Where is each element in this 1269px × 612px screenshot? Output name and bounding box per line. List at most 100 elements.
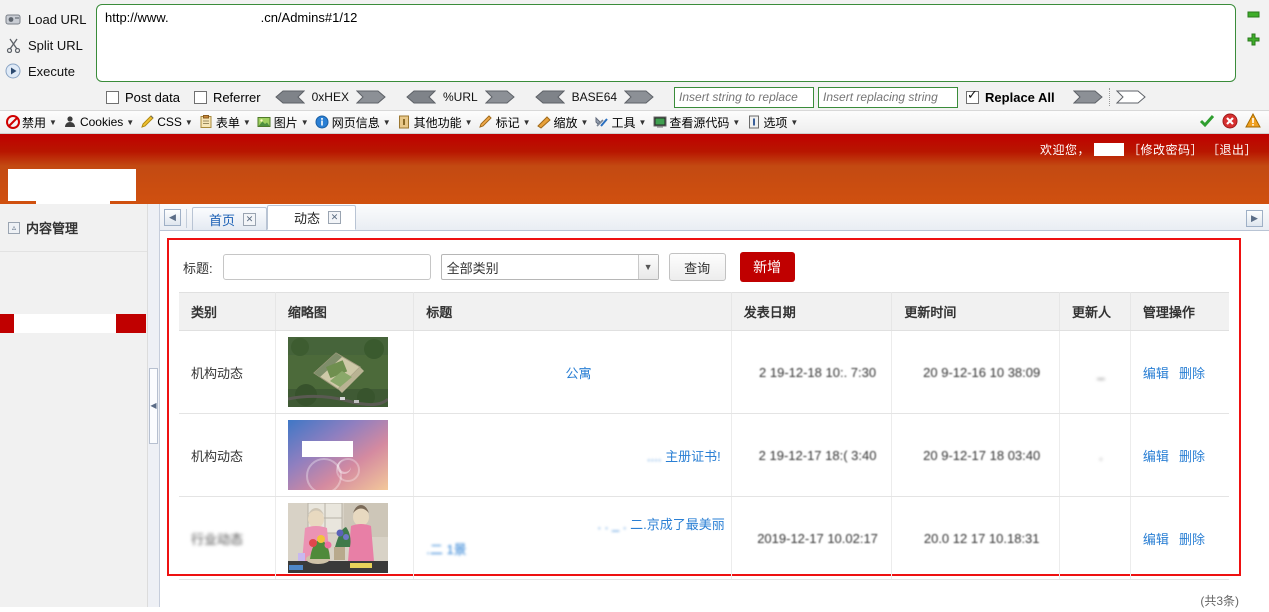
menu-item-resize[interactable]: 缩放 ▼ [534, 112, 592, 133]
replace-string-input[interactable] [818, 86, 959, 108]
cell-category: 机构动态 [179, 413, 276, 497]
cell-actions: 编辑 删除 [1130, 496, 1229, 580]
column-header-updated[interactable]: 更新时间 [891, 292, 1060, 331]
gradient-certificate-photo[interactable] [287, 420, 388, 490]
hex-encode-arrow-icon[interactable] [355, 90, 386, 104]
find-string-input[interactable] [674, 86, 815, 108]
site-banner-strip [0, 166, 1269, 204]
error-icon[interactable] [1222, 113, 1238, 132]
column-header-title[interactable]: 标题 [413, 292, 732, 331]
cell-thumbnail [275, 330, 415, 414]
replace-all-label: Replace All [985, 89, 1055, 105]
check-icon[interactable] [1199, 113, 1215, 132]
category-select[interactable]: 全部类别 ▼ [440, 254, 659, 280]
post-data-checkbox[interactable]: Post data [106, 90, 180, 105]
two-women-flowers-photo[interactable] [287, 503, 388, 573]
chevron-down-icon: ▼ [382, 117, 391, 127]
menu-item-cookies[interactable]: Cookies ▼ [60, 112, 137, 133]
execute-button[interactable]: Execute [0, 58, 96, 84]
main-pane: ◀ 首页 ✕ 动态 ✕ ▶ 标题: 全部类别 ▼ 查询 新增 类别 缩略图 标题… [160, 204, 1269, 607]
column-header-published[interactable]: 发表日期 [731, 292, 893, 331]
load-url-button[interactable]: Load URL [0, 6, 96, 32]
row-title-link[interactable]: 主册证书! [665, 449, 721, 464]
published-date: 2 19-12-18 10:. 7:30 [759, 364, 877, 380]
updated-date: 20 9-12-17 18 03:40 [923, 447, 1041, 463]
menu-item-disable[interactable]: 禁用 ▼ [2, 112, 60, 133]
cell-actions: 编辑 删除 [1130, 413, 1229, 497]
cell-published: 2019-12-17 10.02:17 [731, 496, 893, 580]
resize-icon [537, 115, 552, 130]
column-header-actions[interactable]: 管理操作 [1130, 292, 1229, 331]
published-date: 2019-12-17 10.02:17 [757, 530, 878, 546]
record-count-footer: (共3条) [1200, 592, 1239, 609]
category-blurred: 行业动态 [191, 531, 244, 547]
edit-link[interactable]: 编辑 [1143, 532, 1169, 547]
query-button[interactable]: 查询 [668, 253, 726, 281]
http-command-list: Load URL Split URL Execute [0, 4, 96, 84]
published-date: 2 19-12-17 18:( 3:40 [758, 447, 877, 463]
tab-home[interactable]: 首页 ✕ [192, 207, 268, 230]
replace-all-checkbox[interactable]: Replace All [966, 88, 1055, 105]
column-header-thumbnail[interactable]: 缩略图 [275, 292, 415, 331]
replace-secondary-arrow-icon[interactable] [1115, 90, 1146, 104]
base64-encode-arrow-icon[interactable] [623, 90, 654, 104]
tab-home-close-icon[interactable]: ✕ [243, 212, 257, 226]
menu-item-outline[interactable]: 标记 ▼ [476, 112, 534, 133]
chevron-down-icon: ▼ [49, 117, 57, 127]
referrer-checkbox[interactable]: Referrer [193, 90, 261, 105]
tab-scroll-right-button[interactable]: ▶ [1246, 210, 1263, 227]
chevron-down-icon[interactable]: ▼ [637, 255, 658, 279]
column-header-updater[interactable]: 更新人 [1059, 292, 1131, 331]
menu-item-options[interactable]: 选项 ▼ [743, 112, 801, 133]
edit-link[interactable]: 编辑 [1143, 449, 1169, 464]
disable-icon [5, 115, 20, 130]
menu-item-page-info[interactable]: 网页信息 ▼ [312, 112, 394, 133]
url-decode-arrow-icon[interactable] [406, 90, 437, 104]
menu-item-resize-label: 缩放 [553, 115, 578, 130]
url-input[interactable]: http://www. .cn/Admins#1/12 [96, 4, 1236, 82]
menu-item-css[interactable]: CSS ▼ [137, 112, 196, 133]
execute-label: Execute [28, 63, 75, 79]
url-encode-group: %URL [406, 90, 515, 104]
menu-item-misc[interactable]: 其他功能 ▼ [394, 112, 476, 133]
split-url-button[interactable]: Split URL [0, 32, 96, 58]
aerial-campus-photo[interactable] [287, 337, 388, 407]
tab-scroll-left-button[interactable]: ◀ [164, 209, 181, 226]
minus-button[interactable] [1247, 8, 1260, 21]
sidebar-splitter[interactable]: ◀ [148, 204, 160, 607]
web-developer-menubar: 禁用 ▼ Cookies ▼ CSS ▼ 表单 ▼ 图片 ▼ 网页信息 ▼ 其他… [0, 111, 1269, 134]
delete-link[interactable]: 删除 [1179, 449, 1205, 464]
menu-item-form[interactable]: 表单 ▼ [196, 112, 254, 133]
column-header-category[interactable]: 类别 [179, 292, 276, 331]
sidebar-item-content-management[interactable]: ▵ 内容管理 [0, 204, 147, 251]
warning-icon[interactable] [1245, 112, 1261, 132]
base64-decode-arrow-icon[interactable] [534, 90, 565, 104]
add-button[interactable]: 新增 [739, 252, 795, 282]
hex-decode-arrow-icon[interactable] [274, 90, 305, 104]
menu-item-tools-label: 工具 [611, 115, 636, 130]
menu-item-tools[interactable]: 工具 ▼ [591, 112, 649, 133]
cell-title: 公寓 [413, 330, 732, 414]
menu-item-images[interactable]: 图片 ▼ [254, 112, 312, 133]
collapse-square-icon[interactable]: ▵ [8, 221, 20, 234]
splitter-handle-icon[interactable]: ◀ [149, 367, 158, 444]
plus-button[interactable] [1247, 33, 1260, 46]
delete-link[interactable]: 删除 [1179, 532, 1205, 547]
cell-thumbnail [275, 496, 415, 580]
sidebar-item-redacted[interactable] [0, 314, 146, 333]
change-password-link[interactable]: ［修改密码］ [1128, 141, 1203, 158]
title-search-input[interactable] [222, 254, 431, 280]
menu-item-view-source[interactable]: 查看源代码 ▼ [649, 112, 743, 133]
row-title-link[interactable]: 二.京成了最美丽 [630, 517, 725, 532]
delete-link[interactable]: 删除 [1179, 366, 1205, 381]
logout-link[interactable]: ［退出］ [1207, 141, 1257, 158]
edit-link[interactable]: 编辑 [1143, 366, 1169, 381]
row-title-link[interactable]: 公寓 [565, 366, 591, 381]
thumbnail-redaction-box [301, 441, 353, 457]
tab-dynamics-close-icon[interactable]: ✕ [328, 211, 342, 224]
split-url-icon [4, 36, 22, 54]
url-encode-arrow-icon[interactable] [484, 90, 515, 104]
tab-dynamics[interactable]: 动态 ✕ [267, 205, 357, 230]
chevron-down-icon: ▼ [184, 117, 193, 127]
replace-apply-arrow-icon[interactable] [1072, 90, 1103, 104]
